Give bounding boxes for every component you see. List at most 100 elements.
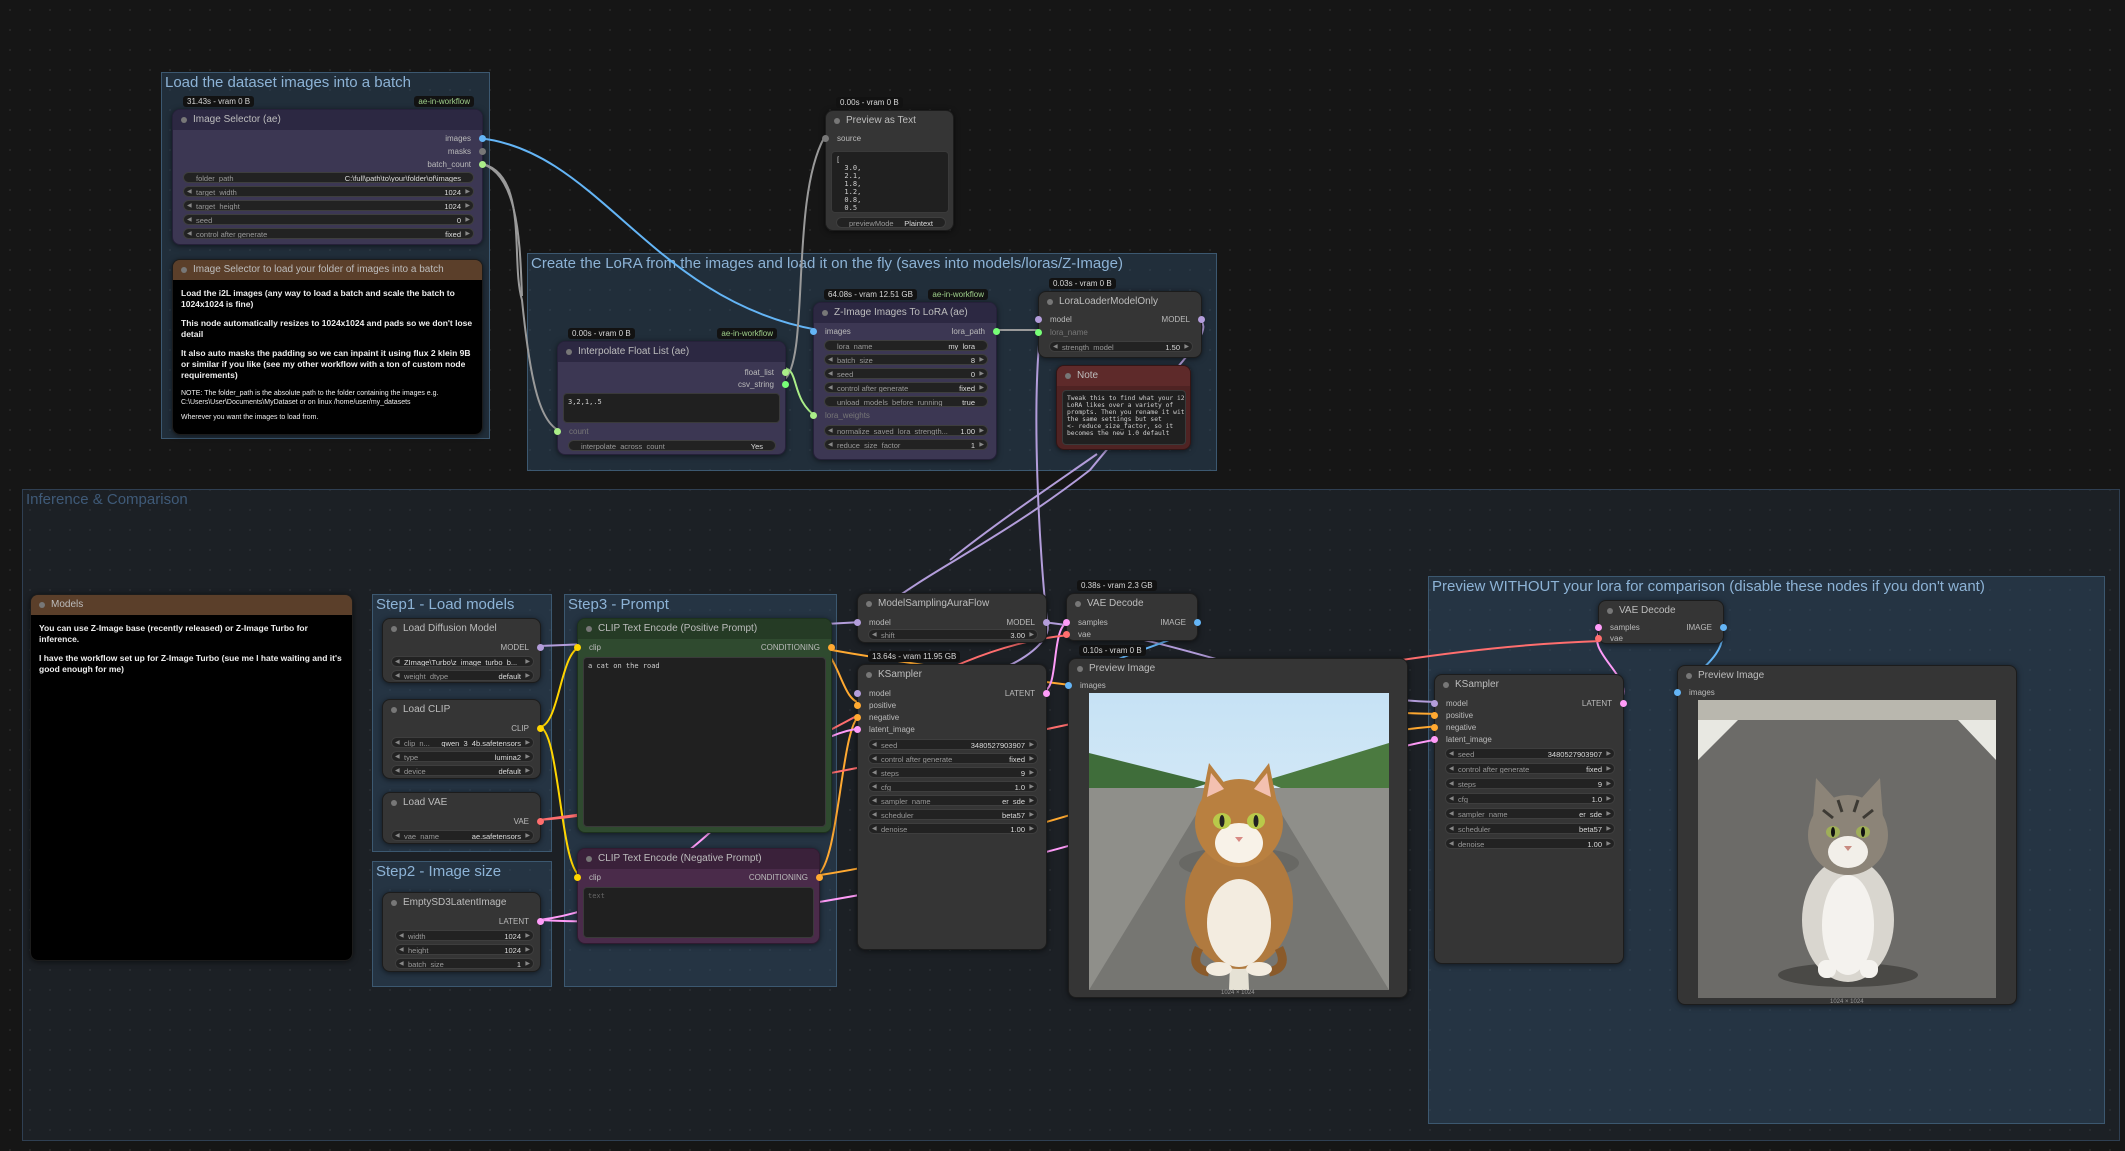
normalize-strength-widget[interactable]: normalize_saved_lora_strength...1.00 bbox=[824, 425, 988, 436]
output-latent[interactable]: LATENT bbox=[1005, 688, 1050, 699]
node-title[interactable]: Load Diffusion Model bbox=[383, 619, 540, 639]
node-title[interactable]: CLIP Text Encode (Negative Prompt) bbox=[578, 849, 819, 869]
slot-dot[interactable] bbox=[782, 381, 789, 388]
input-images[interactable]: images bbox=[810, 326, 851, 337]
generated-image-without-lora[interactable] bbox=[1698, 700, 1996, 998]
clip-name-widget[interactable]: clip_n...qwen_3_4b.safetensors bbox=[391, 737, 534, 748]
image-selector-node[interactable]: 31.43s - vram 0 B ae-in-workflow Image S… bbox=[172, 96, 486, 245]
node-title[interactable]: KSampler bbox=[858, 665, 1046, 685]
weight-dtype-widget[interactable]: weight_dtypedefault bbox=[391, 670, 534, 681]
slot-dot[interactable] bbox=[1065, 682, 1072, 689]
output-latent[interactable]: LATENT bbox=[1582, 698, 1627, 709]
slot-dot[interactable] bbox=[1198, 316, 1205, 323]
node-title[interactable]: CLIP Text Encode (Positive Prompt) bbox=[578, 619, 831, 639]
interp-values-text[interactable]: 3,2,1,.5 bbox=[563, 393, 780, 423]
output-conditioning[interactable]: CONDITIONING bbox=[749, 872, 823, 883]
vae-decode-node[interactable]: 0.38s - vram 2.3 GB VAE Decode samples I… bbox=[1063, 580, 1201, 641]
positive-prompt-text[interactable]: a cat on the road bbox=[583, 657, 826, 827]
width-widget[interactable]: width1024 bbox=[395, 930, 534, 941]
control-after-generate-widget[interactable]: control after generatefixed bbox=[824, 382, 988, 393]
load-vae-node[interactable]: Load VAE VAE vae_nameae.safetensors bbox=[382, 792, 544, 844]
node-title[interactable]: Load VAE bbox=[383, 793, 540, 813]
cfg-widget[interactable]: cfg1.0 bbox=[1445, 793, 1615, 804]
clip-type-widget[interactable]: typelumina2 bbox=[391, 751, 534, 762]
interpolate-float-list-node[interactable]: 0.00s - vram 0 B ae-in-workflow Interpol… bbox=[554, 328, 789, 455]
slot-dot[interactable] bbox=[1043, 690, 1050, 697]
model-sampling-aura-flow-node[interactable]: ModelSamplingAuraFlow model MODEL shift3… bbox=[854, 593, 1050, 643]
slot-dot[interactable] bbox=[854, 619, 861, 626]
control-after-generate-widget[interactable]: control after generatefixed bbox=[183, 228, 474, 239]
seed-widget[interactable]: seed0 bbox=[183, 214, 474, 225]
slot-dot[interactable] bbox=[1035, 316, 1042, 323]
batch-size-widget[interactable]: batch_size1 bbox=[395, 958, 534, 969]
input-lora-weights[interactable]: lora_weights bbox=[810, 410, 870, 421]
output-masks[interactable]: masks bbox=[448, 146, 486, 157]
note-text[interactable]: Tweak this to find what your i2L LoRA li… bbox=[1062, 390, 1186, 445]
node-title[interactable]: Preview as Text bbox=[826, 111, 953, 131]
slot-dot[interactable] bbox=[816, 874, 823, 881]
slot-dot[interactable] bbox=[1431, 712, 1438, 719]
slot-dot[interactable] bbox=[1595, 624, 1602, 631]
control-after-generate-widget[interactable]: control after generatefixed bbox=[868, 753, 1038, 764]
input-clip[interactable]: clip bbox=[574, 872, 601, 883]
slot-dot[interactable] bbox=[1194, 619, 1201, 626]
batch-size-widget[interactable]: batch_size8 bbox=[824, 354, 988, 365]
node-title[interactable]: VAE Decode bbox=[1599, 601, 1723, 621]
slot-dot[interactable] bbox=[854, 726, 861, 733]
shift-widget[interactable]: shift3.00 bbox=[868, 629, 1038, 640]
height-widget[interactable]: height1024 bbox=[395, 944, 534, 955]
node-title[interactable]: Image Selector (ae) bbox=[173, 110, 482, 130]
seed-widget[interactable]: seed0 bbox=[824, 368, 988, 379]
preview-image-node-2[interactable]: Preview Image images 1024 × 1024 bbox=[1674, 665, 2017, 1005]
output-float-list[interactable]: float_list bbox=[745, 367, 789, 378]
node-title[interactable]: Load CLIP bbox=[383, 700, 540, 720]
node-title[interactable]: Note bbox=[1057, 366, 1190, 386]
input-model[interactable]: model bbox=[854, 688, 891, 699]
slot-dot[interactable] bbox=[554, 428, 561, 435]
input-positive[interactable]: positive bbox=[1431, 710, 1473, 721]
slot-dot[interactable] bbox=[1620, 700, 1627, 707]
load-clip-node[interactable]: Load CLIP CLIP clip_n...qwen_3_4b.safete… bbox=[382, 699, 544, 779]
input-source[interactable]: source bbox=[822, 133, 861, 144]
slot-dot[interactable] bbox=[537, 644, 544, 651]
scheduler-widget[interactable]: schedulerbeta57 bbox=[868, 809, 1038, 820]
output-batch-count[interactable]: batch_count bbox=[427, 159, 486, 170]
input-negative[interactable]: negative bbox=[854, 712, 899, 723]
image-selector-note[interactable]: Image Selector to load your folder of im… bbox=[172, 259, 483, 435]
input-images[interactable]: images bbox=[1065, 680, 1106, 691]
input-vae[interactable]: vae bbox=[1063, 629, 1091, 640]
slot-dot[interactable] bbox=[479, 135, 486, 142]
output-model[interactable]: MODEL bbox=[1007, 617, 1050, 628]
steps-widget[interactable]: steps9 bbox=[1445, 778, 1615, 789]
output-csv-string[interactable]: csv_string bbox=[738, 379, 789, 390]
ksampler-node-2[interactable]: KSampler model LATENT positive negative … bbox=[1431, 674, 1627, 964]
interpolate-across-count-toggle[interactable]: interpolate_across_count Yes bbox=[568, 440, 776, 451]
tweak-note-node[interactable]: Note Tweak this to find what your i2L Lo… bbox=[1056, 365, 1191, 450]
target-height-widget[interactable]: target_height1024 bbox=[183, 200, 474, 211]
input-vae[interactable]: vae bbox=[1595, 633, 1623, 644]
denoise-widget[interactable]: denoise1.00 bbox=[1445, 838, 1615, 849]
slot-dot[interactable] bbox=[574, 874, 581, 881]
slot-dot[interactable] bbox=[1063, 631, 1070, 638]
scheduler-widget[interactable]: schedulerbeta57 bbox=[1445, 823, 1615, 834]
slot-dot[interactable] bbox=[1431, 724, 1438, 731]
output-image[interactable]: IMAGE bbox=[1686, 622, 1727, 633]
lora-loader-node[interactable]: 0.03s - vram 0 B LoraLoaderModelOnly mod… bbox=[1035, 278, 1205, 358]
ksampler-node[interactable]: 13.64s - vram 11.95 GB KSampler model LA… bbox=[854, 651, 1050, 950]
workflow-canvas[interactable]: Load the dataset images into a batch Cre… bbox=[0, 0, 2125, 1151]
generated-image-with-lora[interactable] bbox=[1089, 693, 1389, 990]
slot-dot[interactable] bbox=[993, 328, 1000, 335]
slot-dot[interactable] bbox=[810, 412, 817, 419]
node-title[interactable]: Models bbox=[31, 595, 352, 615]
seed-widget[interactable]: seed3480527903907 bbox=[1445, 748, 1615, 759]
output-latent[interactable]: LATENT bbox=[499, 916, 544, 927]
output-model[interactable]: MODEL bbox=[1162, 314, 1205, 325]
vae-name-widget[interactable]: vae_nameae.safetensors bbox=[391, 830, 534, 841]
sampler-name-widget[interactable]: sampler_nameer_sde bbox=[1445, 808, 1615, 819]
sampler-name-widget[interactable]: sampler_nameer_sde bbox=[868, 795, 1038, 806]
preview-as-text-node[interactable]: 0.00s - vram 0 B Preview as Text source … bbox=[822, 97, 954, 231]
slot-dot[interactable] bbox=[810, 328, 817, 335]
slot-dot[interactable] bbox=[479, 148, 486, 155]
target-width-widget[interactable]: target_width1024 bbox=[183, 186, 474, 197]
empty-latent-node[interactable]: EmptySD3LatentImage LATENT width1024 hei… bbox=[382, 892, 544, 972]
